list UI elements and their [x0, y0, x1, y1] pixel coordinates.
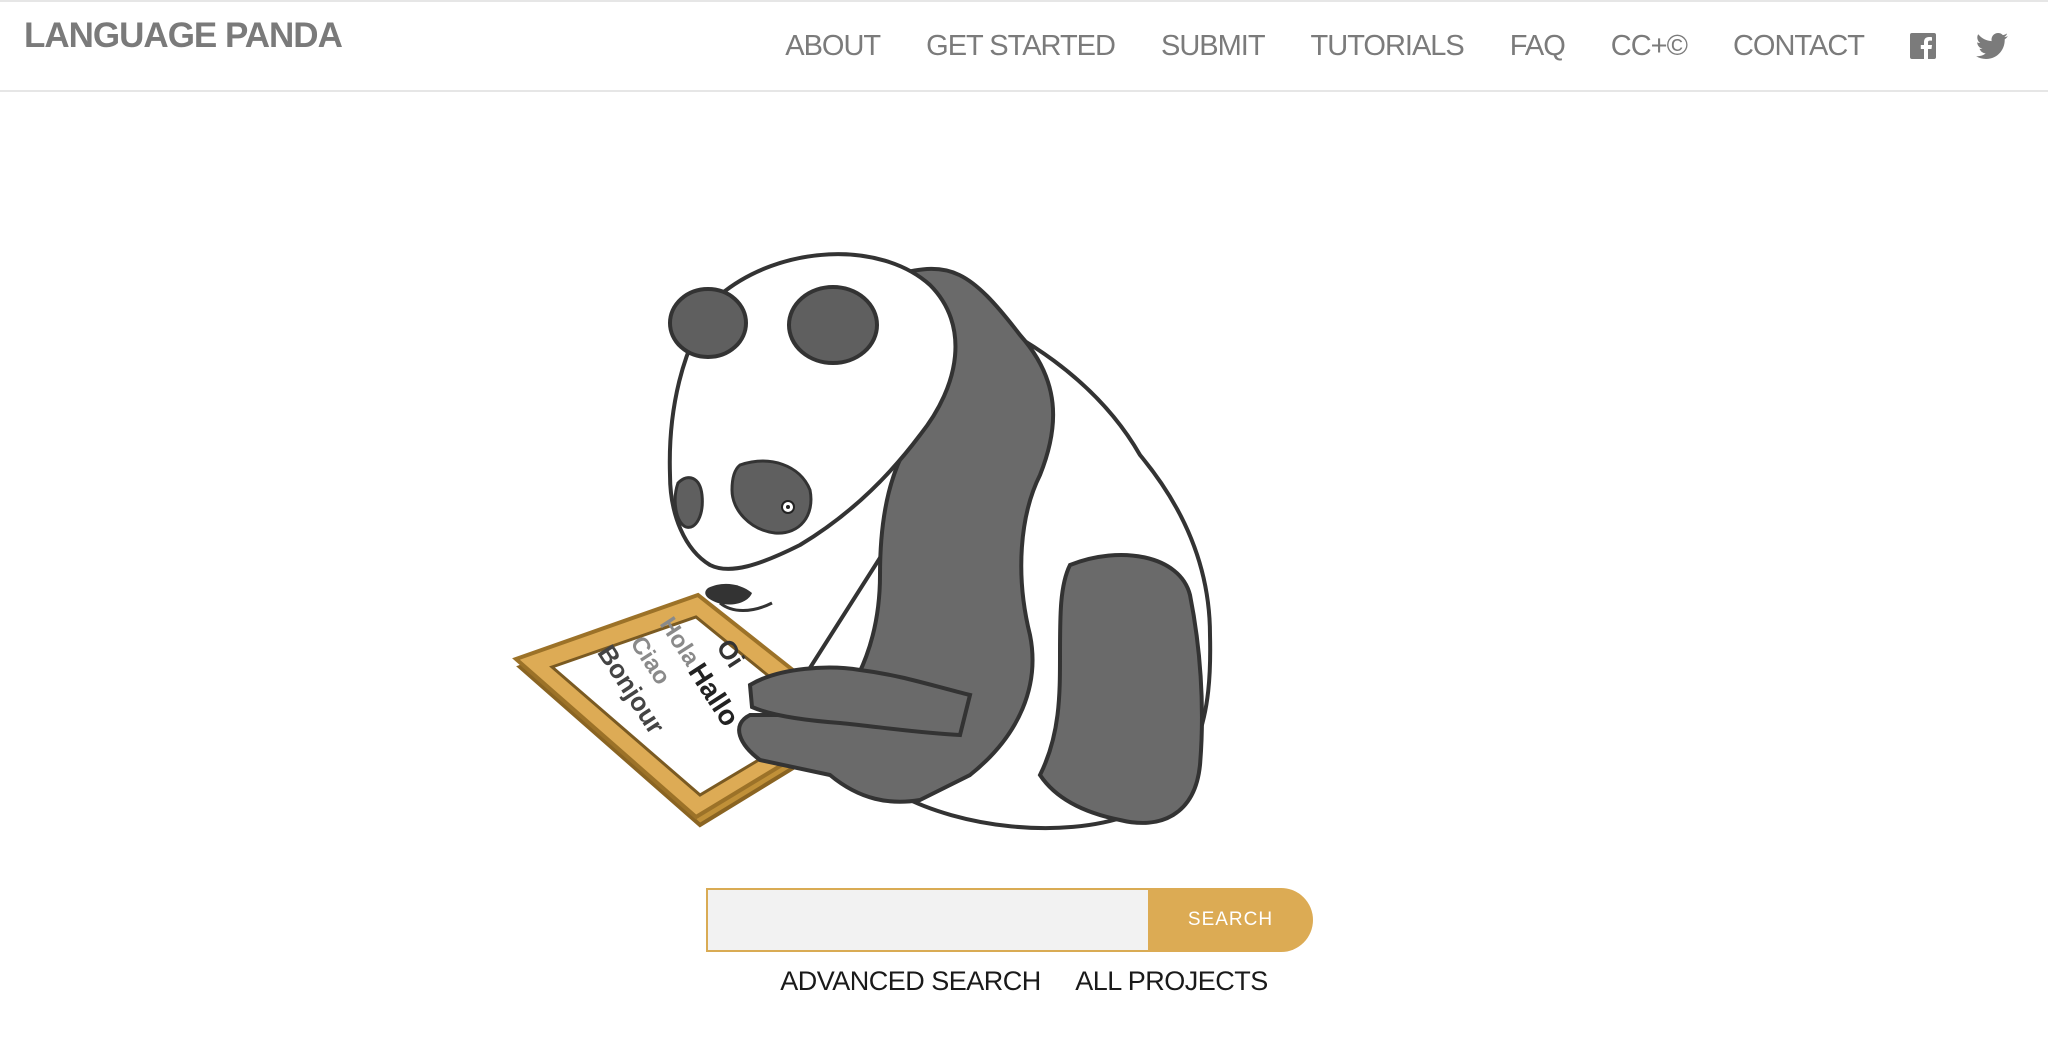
search-button[interactable]: SEARCH: [1148, 888, 1313, 952]
nav-contact[interactable]: CONTACT: [1733, 30, 1865, 63]
search-links: ADVANCED SEARCH ALL PROJECTS: [0, 966, 2048, 997]
main-nav: ABOUT GET STARTED SUBMIT TUTORIALS FAQ C…: [785, 24, 2008, 68]
advanced-search-link[interactable]: ADVANCED SEARCH: [780, 966, 1041, 996]
site-logo[interactable]: LANGUAGE PANDA: [24, 16, 343, 56]
nav-cc[interactable]: CC+©: [1611, 30, 1688, 63]
top-bar: LANGUAGE PANDA ABOUT GET STARTED SUBMIT …: [0, 0, 2048, 92]
nav-tutorials[interactable]: TUTORIALS: [1311, 30, 1465, 63]
search-input[interactable]: [706, 888, 1148, 952]
twitter-icon[interactable]: [1976, 33, 2008, 59]
nav-get-started[interactable]: GET STARTED: [926, 30, 1116, 63]
nav-about[interactable]: ABOUT: [785, 30, 881, 63]
nav-submit[interactable]: SUBMIT: [1161, 30, 1266, 63]
all-projects-link[interactable]: ALL PROJECTS: [1075, 966, 1268, 996]
facebook-icon[interactable]: [1910, 33, 1936, 59]
panda-tablet-illustration: Oi Hola Hallo Ciao Bonjour: [512, 252, 1213, 831]
panda-illustration: Oi Hola Hallo Ciao Bonjour: [500, 215, 1460, 855]
search-bar: SEARCH: [706, 888, 1313, 952]
nav-faq[interactable]: FAQ: [1510, 30, 1566, 63]
